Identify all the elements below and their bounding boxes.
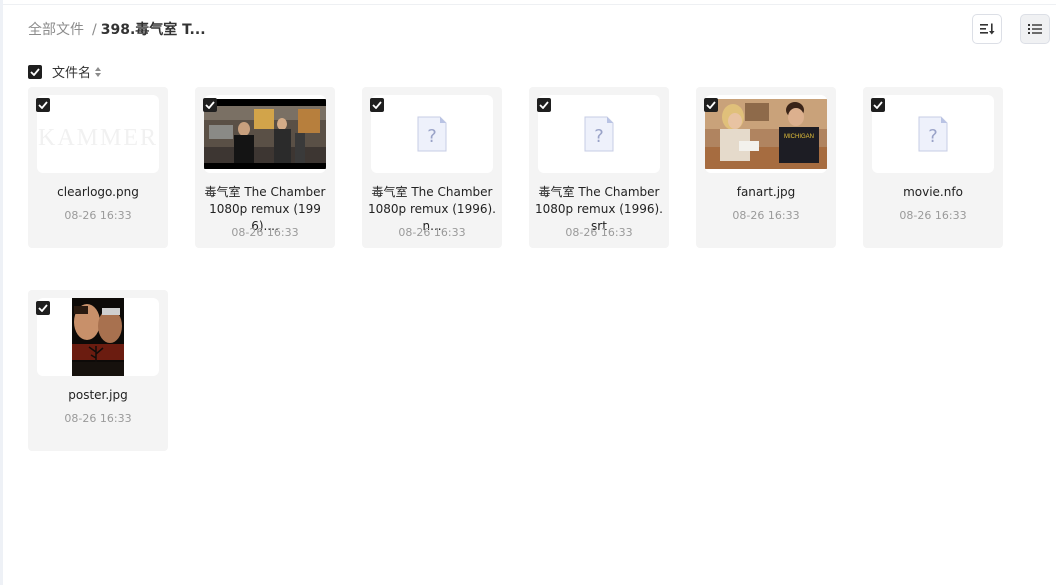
sort-caret-icon[interactable]: [95, 66, 102, 77]
image-thumbnail: MICHIGAN: [705, 95, 827, 173]
video-frame: [204, 99, 326, 169]
file-date: 08-26 16:33: [64, 412, 132, 425]
check-icon: [38, 304, 48, 312]
breadcrumb-separator: /: [92, 22, 97, 38]
sort-button[interactable]: [972, 14, 1002, 44]
list-view-icon: [1028, 24, 1042, 34]
file-date: 08-26 16:33: [398, 226, 466, 239]
file-card[interactable]: ? 毒气室 The Chamber 1080p remux (1996).srt…: [529, 87, 669, 248]
file-date: 08-26 16:33: [732, 209, 800, 222]
svg-text:KAMMER: KAMMER: [38, 125, 158, 151]
file-date: 08-26 16:33: [64, 209, 132, 222]
file-checkbox[interactable]: [370, 98, 384, 112]
unknown-file-icon: ?: [584, 116, 614, 152]
file-name: movie.nfo: [903, 185, 963, 199]
svg-text:?: ?: [427, 126, 437, 147]
logo-thumbnail: KAMMER: [37, 95, 159, 173]
breadcrumb: 全部文件 / 398.毒气室 T...: [28, 20, 206, 40]
fanart-image: MICHIGAN: [705, 99, 827, 169]
file-checkbox[interactable]: [704, 98, 718, 112]
breadcrumb-current-folder: 398.毒气室 T...: [100, 22, 206, 38]
file-list-header: 文件名: [28, 62, 102, 81]
column-header-name[interactable]: 文件名: [52, 62, 91, 81]
file-date: 08-26 16:33: [899, 209, 967, 222]
file-checkbox[interactable]: [203, 98, 217, 112]
unknown-file-icon: ?: [918, 116, 948, 152]
check-icon: [38, 101, 48, 109]
check-icon: [30, 67, 40, 76]
check-icon: [873, 101, 883, 109]
file-card[interactable]: poster.jpg 08-26 16:33: [28, 290, 168, 451]
file-type-thumbnail: ?: [872, 95, 994, 173]
file-checkbox[interactable]: [36, 98, 50, 112]
check-icon: [539, 101, 549, 109]
file-checkbox[interactable]: [36, 301, 50, 315]
file-name: poster.jpg: [68, 388, 128, 402]
list-view-button[interactable]: [1020, 14, 1050, 44]
file-date: 08-26 16:33: [231, 226, 299, 239]
sort-icon: [980, 23, 995, 35]
left-border: [0, 0, 3, 585]
file-checkbox[interactable]: [537, 98, 551, 112]
file-name: clearlogo.png: [57, 185, 139, 199]
select-all-checkbox[interactable]: [28, 64, 42, 79]
unknown-file-icon: ?: [417, 116, 447, 152]
poster-image: [72, 298, 124, 376]
top-divider: [3, 4, 1056, 5]
svg-text:?: ?: [594, 126, 604, 147]
file-date: 08-26 16:33: [565, 226, 633, 239]
video-thumbnail: [204, 95, 326, 173]
file-type-thumbnail: ?: [371, 95, 493, 173]
file-type-thumbnail: ?: [538, 95, 660, 173]
file-card[interactable]: ? movie.nfo 08-26 16:33: [863, 87, 1003, 248]
file-card[interactable]: 毒气室 The Chamber 1080p remux (1996).... 0…: [195, 87, 335, 248]
file-card[interactable]: KAMMER clearlogo.png 08-26 16:33: [28, 87, 168, 248]
svg-text:?: ?: [928, 126, 938, 147]
file-card[interactable]: ? 毒气室 The Chamber 1080p remux (1996).n..…: [362, 87, 502, 248]
check-icon: [706, 101, 716, 109]
logo-image: KAMMER: [38, 125, 158, 151]
breadcrumb-root-link[interactable]: 全部文件: [28, 20, 84, 40]
check-icon: [372, 101, 382, 109]
file-checkbox[interactable]: [871, 98, 885, 112]
svg-text:MICHIGAN: MICHIGAN: [784, 134, 814, 140]
check-icon: [205, 101, 215, 109]
file-name: fanart.jpg: [736, 185, 796, 199]
image-thumbnail: [37, 298, 159, 376]
file-card[interactable]: MICHIGAN fanart.jpg 08-26 16:33: [696, 87, 836, 248]
